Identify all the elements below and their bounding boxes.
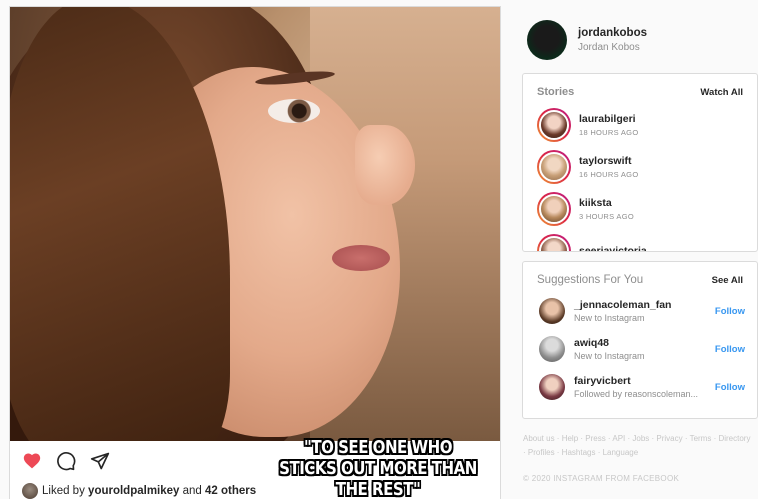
follow-button[interactable]: Follow bbox=[715, 344, 745, 355]
current-fullname: Jordan Kobos bbox=[578, 42, 640, 53]
current-username[interactable]: jordankobos bbox=[578, 27, 647, 39]
story-item[interactable]: seeriavictoria bbox=[523, 230, 757, 251]
suggestion-avatar[interactable] bbox=[539, 298, 565, 324]
story-item[interactable]: laurabilgeri 18 HOURS AGO bbox=[523, 104, 757, 146]
liked-others-link[interactable]: 42 others bbox=[205, 485, 256, 497]
post-actions bbox=[22, 451, 112, 473]
suggestions-panel: Suggestions For You See All _jennacolema… bbox=[522, 261, 758, 419]
story-time: 16 HOURS AGO bbox=[579, 170, 639, 179]
suggestion-subtitle: New to Instagram bbox=[574, 313, 645, 323]
story-item[interactable]: kiiksta 3 HOURS AGO bbox=[523, 188, 757, 230]
story-username[interactable]: seeriavictoria bbox=[579, 245, 647, 251]
story-avatar[interactable] bbox=[539, 110, 569, 140]
story-time: 18 HOURS AGO bbox=[579, 128, 639, 137]
stories-title: Stories bbox=[537, 86, 575, 98]
footer-copyright: © 2020 INSTAGRAM FROM FACEBOOK bbox=[523, 474, 680, 483]
story-avatar[interactable] bbox=[539, 152, 569, 182]
follow-button[interactable]: Follow bbox=[715, 382, 745, 393]
story-username[interactable]: taylorswift bbox=[579, 155, 638, 167]
share-icon[interactable] bbox=[90, 451, 112, 473]
suggestion-username[interactable]: fairyvicbert bbox=[574, 375, 715, 387]
current-user[interactable]: jordankobos Jordan Kobos bbox=[527, 20, 647, 60]
liked-user-link[interactable]: youroldpalmikey bbox=[88, 485, 179, 497]
suggestions-title: Suggestions For You bbox=[537, 274, 644, 286]
story-avatar[interactable] bbox=[539, 194, 569, 224]
comment-icon[interactable] bbox=[56, 451, 78, 473]
footer-links[interactable]: About us · Help · Press · API · Jobs · P… bbox=[523, 432, 753, 460]
footer: About us · Help · Press · API · Jobs · P… bbox=[523, 432, 753, 486]
follow-button[interactable]: Follow bbox=[715, 306, 745, 317]
suggestion-avatar[interactable] bbox=[539, 336, 565, 362]
suggestion-subtitle: Followed by reasonscoleman... bbox=[574, 389, 699, 399]
suggestion-item: _jennacoleman_fan New to Instagram Follo… bbox=[523, 292, 757, 330]
suggestion-username[interactable]: awiq48 bbox=[574, 337, 715, 349]
suggestion-avatar[interactable] bbox=[539, 374, 565, 400]
post-card: Liked by youroldpalmikey and 42 others bbox=[9, 6, 501, 499]
liked-and: and bbox=[182, 485, 202, 497]
meme-caption: "TO SEE ONE WHO STICKS OUT MORE THAN THE… bbox=[279, 438, 477, 499]
current-user-avatar[interactable] bbox=[527, 20, 567, 60]
suggestion-item: awiq48 New to Instagram Follow bbox=[523, 330, 757, 368]
story-time: 3 HOURS AGO bbox=[579, 212, 634, 221]
post-photo[interactable] bbox=[10, 7, 500, 441]
story-username[interactable]: kiiksta bbox=[579, 197, 634, 209]
watch-all-link[interactable]: Watch All bbox=[700, 87, 743, 98]
story-avatar[interactable] bbox=[539, 236, 569, 251]
suggestion-subtitle: New to Instagram bbox=[574, 351, 645, 361]
suggestion-item: fairyvicbert Followed by reasonscoleman.… bbox=[523, 368, 757, 406]
stories-panel: Stories Watch All laurabilgeri 18 HOURS … bbox=[522, 73, 758, 252]
likes-line: Liked by youroldpalmikey and 42 others bbox=[22, 483, 256, 499]
liked-prefix: Liked by bbox=[42, 485, 85, 497]
like-heart-icon[interactable] bbox=[22, 451, 44, 473]
see-all-link[interactable]: See All bbox=[712, 275, 743, 286]
liker-avatar[interactable] bbox=[22, 483, 38, 499]
suggestion-username[interactable]: _jennacoleman_fan bbox=[574, 299, 715, 311]
story-item[interactable]: taylorswift 16 HOURS AGO bbox=[523, 146, 757, 188]
story-username[interactable]: laurabilgeri bbox=[579, 113, 638, 125]
